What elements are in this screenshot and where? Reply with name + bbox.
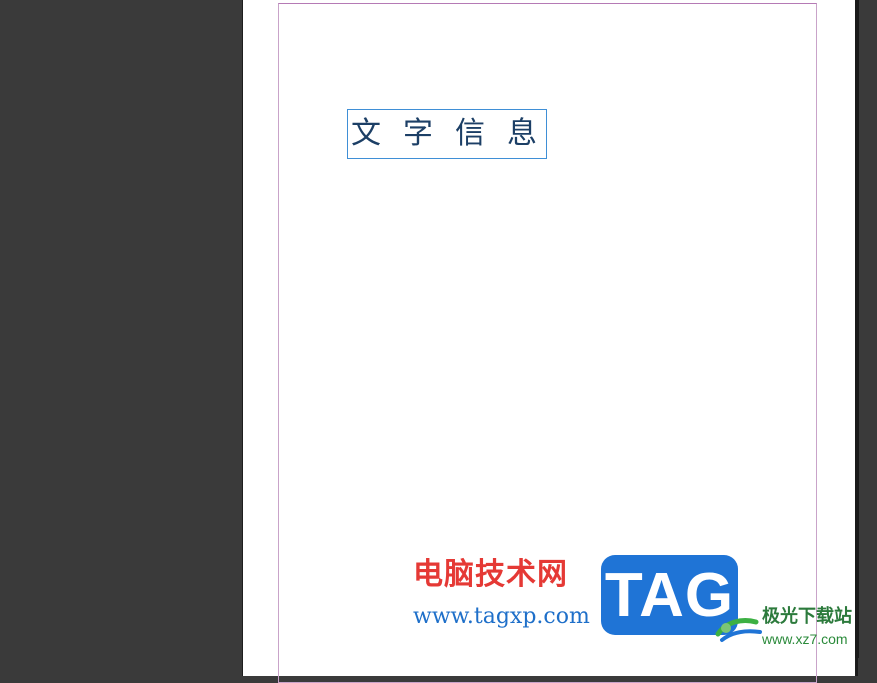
watermark-secondary-url: www.xz7.com bbox=[762, 631, 848, 647]
watermark-site-url: www.tagxp.com bbox=[413, 604, 590, 629]
text-frame[interactable]: 文字信息 bbox=[347, 109, 547, 159]
watermark-site-name: 电脑技术网 bbox=[413, 557, 568, 592]
watermark-secondary-brand: 极光下载站 bbox=[762, 606, 852, 627]
page-shadow bbox=[855, 0, 859, 658]
text-frame-content[interactable]: 文字信息 bbox=[351, 119, 559, 149]
